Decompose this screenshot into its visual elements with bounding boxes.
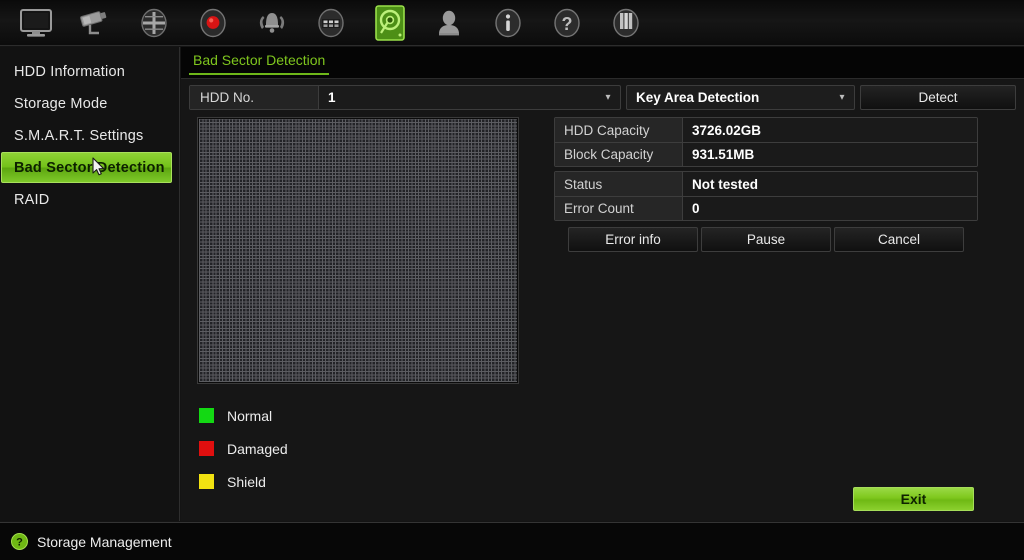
chevron-down-icon: ▾	[605, 92, 611, 103]
svg-text:?: ?	[16, 537, 23, 549]
hdd-no-label: HDD No.	[190, 86, 319, 109]
hdd-capacity-label: HDD Capacity	[555, 118, 683, 142]
toolbar-item-power-icon[interactable]	[596, 1, 655, 45]
sector-map-grid[interactable]	[199, 119, 517, 382]
sidebar-item-label: Storage Mode	[14, 95, 108, 112]
legend-item-damaged: Damaged	[199, 432, 288, 465]
normal-color-swatch	[199, 408, 214, 423]
toolbar-item-monitor-icon[interactable]	[6, 1, 65, 45]
export-icon	[140, 8, 167, 37]
chevron-down-icon: ▾	[839, 92, 845, 103]
exit-button[interactable]: Exit	[853, 487, 974, 511]
alarm-icon	[259, 12, 284, 33]
table-row: Error Count 0	[555, 196, 977, 220]
sidebar-item-label: S.M.A.R.T. Settings	[14, 127, 144, 144]
main-toolbar: ?	[0, 0, 1024, 46]
nvr-storage-management-window: ? HDD Information Storage Mode S.M.A.R.T…	[0, 0, 1024, 560]
power-icon	[612, 8, 639, 37]
status-table: Status Not tested Error Count 0	[554, 171, 978, 221]
error-info-button[interactable]: Error info	[568, 227, 698, 252]
pause-button[interactable]: Pause	[701, 227, 831, 252]
hdd-icon	[374, 4, 405, 41]
legend-item-normal: Normal	[199, 399, 288, 432]
sidebar-menu: HDD Information Storage Mode S.M.A.R.T. …	[0, 47, 180, 521]
sidebar-item-smart-settings[interactable]: S.M.A.R.T. Settings	[2, 120, 177, 151]
toolbar-item-user-icon[interactable]	[419, 1, 478, 45]
hdd-capacity-value: 3726.02GB	[683, 118, 977, 142]
block-capacity-label: Block Capacity	[555, 143, 683, 166]
monitor-icon	[19, 8, 52, 37]
camera-icon	[79, 10, 106, 34]
cancel-button[interactable]: Cancel	[834, 227, 964, 252]
toolbar-item-export-icon[interactable]	[124, 1, 183, 45]
toolbar-item-hdd-icon[interactable]	[360, 1, 419, 45]
toolbar-item-alarm-icon[interactable]	[242, 1, 301, 45]
toolbar-item-network-icon[interactable]	[301, 1, 360, 45]
info-icon	[494, 8, 521, 37]
user-icon	[438, 10, 459, 35]
legend: Normal Damaged Shield	[199, 399, 288, 498]
toolbar-item-record-icon[interactable]	[183, 1, 242, 45]
table-row: Block Capacity 931.51MB	[555, 142, 977, 166]
tab-bar: Bad Sector Detection	[181, 47, 1024, 79]
legend-label: Damaged	[227, 440, 288, 457]
help-circle-icon: ?	[11, 533, 28, 550]
hdd-no-value: 1	[328, 90, 336, 105]
sidebar-item-label: Bad Sector Detection	[14, 159, 165, 176]
toolbar-item-info-icon[interactable]	[478, 1, 537, 45]
sector-map-panel[interactable]	[197, 117, 519, 384]
capacity-table: HDD Capacity 3726.02GB Block Capacity 93…	[554, 117, 978, 167]
shield-color-swatch	[199, 474, 214, 489]
detection-mode-select[interactable]: Key Area Detection ▾	[626, 85, 855, 110]
status-bar: ? Storage Management	[0, 522, 1024, 560]
hdd-no-select[interactable]: HDD No. 1 ▾	[189, 85, 621, 110]
tab-bad-sector-detection[interactable]: Bad Sector Detection	[189, 50, 330, 75]
svg-text:?: ?	[561, 14, 572, 34]
sidebar-item-hdd-information[interactable]: HDD Information	[2, 56, 177, 87]
sidebar-item-label: HDD Information	[14, 63, 125, 80]
toolbar-item-help-icon[interactable]: ?	[537, 1, 596, 45]
error-count-value: 0	[683, 197, 977, 220]
sidebar-item-bad-sector-detection[interactable]: Bad Sector Detection	[1, 152, 172, 183]
sidebar-item-label: RAID	[14, 191, 50, 208]
table-row: HDD Capacity 3726.02GB	[555, 118, 977, 142]
action-button-row: Error info Pause Cancel	[554, 227, 978, 252]
status-value: Not tested	[683, 172, 977, 196]
status-bar-text: Storage Management	[37, 533, 172, 550]
help-icon: ?	[553, 8, 580, 37]
content-panel: Bad Sector Detection HDD No. 1 ▾ Key Are…	[181, 47, 1024, 521]
selector-row: HDD No. 1 ▾ Key Area Detection ▾ Detect	[189, 85, 1016, 110]
table-row: Status Not tested	[555, 172, 977, 196]
error-count-label: Error Count	[555, 197, 683, 220]
record-icon	[199, 8, 226, 37]
block-capacity-value: 931.51MB	[683, 143, 977, 166]
toolbar-item-camera-icon[interactable]	[65, 1, 124, 45]
sidebar-item-storage-mode[interactable]: Storage Mode	[2, 88, 177, 119]
detection-mode-value: Key Area Detection	[636, 90, 760, 105]
network-icon	[317, 8, 344, 37]
detect-button[interactable]: Detect	[860, 85, 1016, 110]
legend-item-shield: Shield	[199, 465, 288, 498]
legend-label: Normal	[227, 407, 273, 424]
damaged-color-swatch	[199, 441, 214, 456]
sidebar-item-raid[interactable]: RAID	[2, 184, 177, 215]
status-label: Status	[555, 172, 683, 196]
legend-label: Shield	[227, 473, 266, 490]
